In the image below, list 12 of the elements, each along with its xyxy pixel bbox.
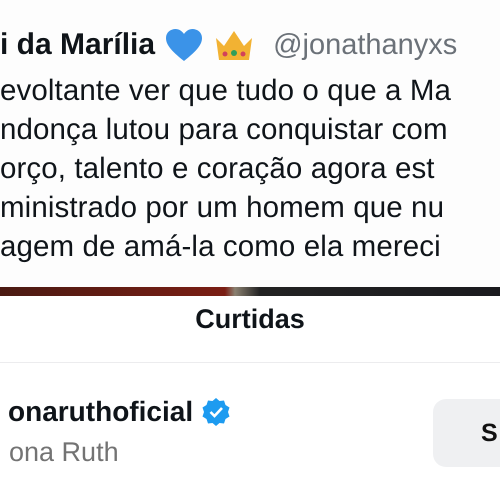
heart-icon [165,28,204,62]
tweet-text-line: ndonça lutou para conquistar com [0,112,449,148]
tweet-text-line: agem de amá-la como ela mereci [0,229,442,265]
author-handle[interactable]: @jonathanyxs [273,28,458,62]
tweet-text-line: orço, talento e coração agora est [0,151,436,187]
follow-button[interactable]: S [433,399,500,467]
tweet-text-line: evoltante ver que tudo o que a Ma [0,73,452,109]
sheet-title: Curtidas [194,303,306,336]
username[interactable]: onaruthoficial [0,393,194,431]
author-name[interactable]: i da Marília [0,28,156,62]
tweet-text-line: ministrado por um homem que nu [0,190,446,226]
display-name: ona Ruth [8,436,120,469]
